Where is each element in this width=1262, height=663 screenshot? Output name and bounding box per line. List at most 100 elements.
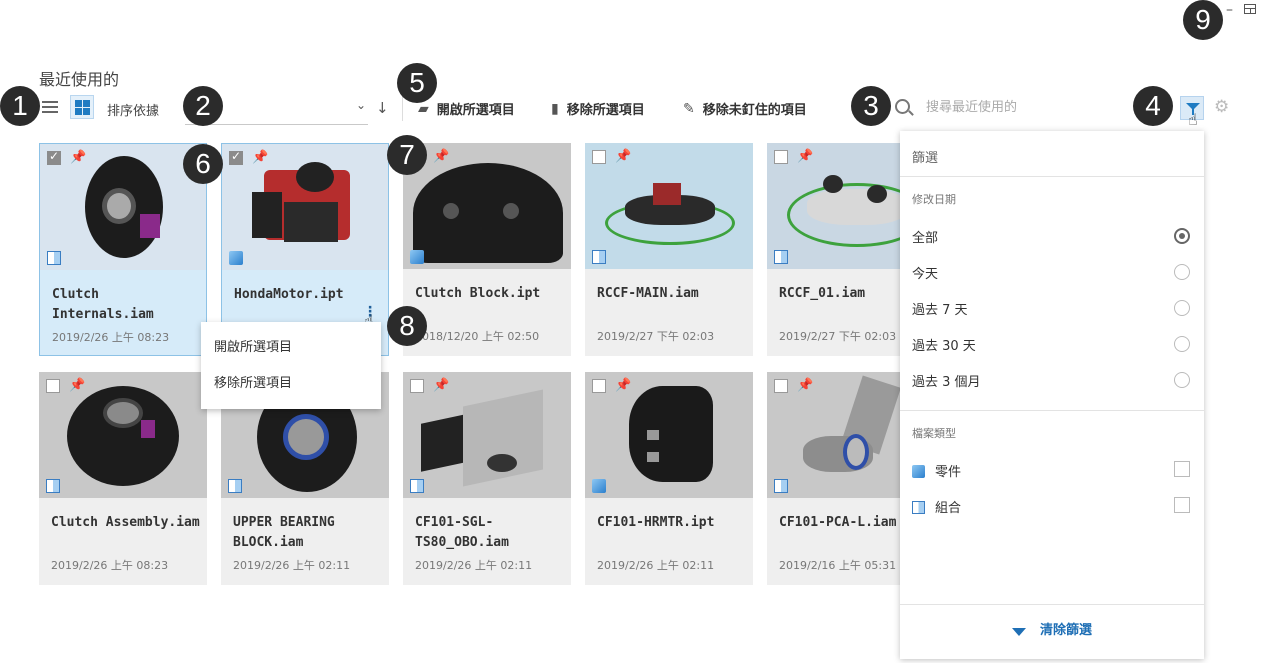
checkbox-part[interactable]: [1174, 461, 1190, 477]
checkbox[interactable]: [592, 150, 606, 164]
thumbnail: [40, 144, 206, 270]
file-card[interactable]: 📌 Clutch Block.ipt 2018/12/20 上午 02:50: [403, 143, 571, 356]
panel-toggle-icon[interactable]: [1244, 4, 1256, 14]
checkbox[interactable]: [46, 379, 60, 393]
callout-badge: 2: [183, 86, 223, 126]
trash-icon: ▮: [551, 100, 559, 117]
file-name: CF101-SGL-TS80_OBO.iam: [415, 515, 509, 550]
open-selected-button[interactable]: ▰ 開啟所選項目: [418, 99, 515, 119]
remove-selected-label: 移除所選項目: [566, 103, 645, 118]
context-remove-selected[interactable]: 移除所選項目: [201, 366, 381, 402]
pin-icon[interactable]: 📌: [252, 150, 268, 165]
gear-icon[interactable]: ⚙: [1214, 97, 1229, 117]
checkbox[interactable]: [229, 149, 243, 165]
assembly-icon: [47, 251, 61, 265]
checkbox[interactable]: [47, 149, 61, 165]
thumbnail: [585, 372, 753, 498]
clear-filter-label: 清除篩選: [1039, 623, 1092, 638]
search-input[interactable]: [926, 96, 1106, 118]
sort-label: 排序依據: [107, 104, 160, 119]
callout-badge: 8: [387, 306, 427, 346]
thumbnail: [585, 143, 753, 269]
pin-icon[interactable]: 📌: [69, 378, 85, 393]
radio-3months[interactable]: [1174, 372, 1190, 388]
pin-icon[interactable]: 📌: [615, 378, 631, 393]
clear-filter-button[interactable]: 清除篩選: [900, 619, 1204, 638]
remove-unpinned-label: 移除未釘住的項目: [702, 103, 807, 118]
date-option-30days[interactable]: 過去 30 天: [912, 335, 976, 354]
date-option-today[interactable]: 今天: [912, 263, 938, 282]
radio-7days[interactable]: [1174, 300, 1190, 316]
thumbnail: [403, 143, 571, 269]
file-name: UPPER BEARING BLOCK.iam: [233, 515, 335, 550]
assembly-icon: [774, 250, 788, 264]
part-icon: [229, 251, 243, 265]
thumbnail: [222, 144, 388, 270]
pin-icon[interactable]: 📌: [797, 378, 813, 393]
hand-cursor-icon: ☝: [1188, 110, 1198, 129]
assembly-icon: [774, 479, 788, 493]
pin-icon[interactable]: 📌: [797, 149, 813, 164]
date-heading: 修改日期: [912, 193, 956, 206]
type-option-part[interactable]: 零件: [912, 461, 961, 480]
file-name: RCCF-MAIN.iam: [597, 286, 699, 301]
assembly-icon: [410, 479, 424, 493]
date-option-7days[interactable]: 過去 7 天: [912, 299, 968, 318]
type-heading: 檔案類型: [912, 427, 956, 440]
minimize-icon[interactable]: –: [1226, 2, 1233, 18]
file-name: CF101-HRMTR.ipt: [597, 515, 715, 530]
remove-unpinned-button[interactable]: ✎ 移除未釘住的項目: [683, 99, 807, 119]
filter-panel: 篩選 修改日期 全部 今天 過去 7 天 過去 30 天 過去 3 個月 檔案類…: [900, 131, 1204, 659]
sort-direction-icon[interactable]: ↓: [376, 99, 389, 117]
date-option-3months[interactable]: 過去 3 個月: [912, 371, 981, 390]
type-option-assembly[interactable]: 組合: [912, 497, 961, 516]
file-name: Clutch Internals.iam: [52, 287, 154, 322]
file-card[interactable]: 📌 RCCF-MAIN.iam 2019/2/27 下午 02:03: [585, 143, 753, 356]
divider: [900, 410, 1204, 411]
checkbox-assembly[interactable]: [1174, 497, 1190, 513]
list-view-icon[interactable]: [42, 99, 58, 115]
assembly-icon: [228, 479, 242, 493]
filter-title: 篩選: [912, 151, 939, 166]
thumbnail: [403, 372, 571, 498]
callout-badge: 5: [397, 63, 437, 103]
grid-view-button[interactable]: [70, 95, 94, 119]
type-assembly-label: 組合: [935, 501, 962, 516]
checkbox[interactable]: [592, 379, 606, 393]
checkbox[interactable]: [774, 150, 788, 164]
callout-badge: 3: [851, 86, 891, 126]
radio-30days[interactable]: [1174, 336, 1190, 352]
file-card[interactable]: 📌 Clutch Internals.iam 2019/2/26 上午 08:2…: [39, 143, 207, 356]
pin-icon[interactable]: 📌: [615, 149, 631, 164]
file-date: 2019/2/26 上午 08:23: [51, 559, 169, 572]
file-date: 2019/2/26 上午 02:11: [597, 559, 715, 572]
open-selected-label: 開啟所選項目: [436, 103, 515, 118]
file-name: Clutch Block.ipt: [415, 286, 541, 301]
radio-today[interactable]: [1174, 264, 1190, 280]
context-open-selected[interactable]: 開啟所選項目: [201, 330, 381, 366]
section-title: 最近使用的: [39, 70, 120, 89]
checkbox[interactable]: [410, 379, 424, 393]
file-card[interactable]: 📌 CF101-HRMTR.ipt 2019/2/26 上午 02:11: [585, 372, 753, 585]
assembly-icon: [592, 250, 606, 264]
search-icon: [895, 99, 910, 114]
file-date: 2019/2/26 上午 02:11: [415, 559, 533, 572]
pin-icon[interactable]: 📌: [70, 150, 86, 165]
pin-icon[interactable]: 📌: [433, 378, 449, 393]
file-date: 2019/2/27 下午 02:03: [597, 330, 715, 343]
callout-badge: 9: [1183, 0, 1223, 40]
pin-icon[interactable]: 📌: [433, 149, 449, 164]
chevron-down-icon: ⌄: [355, 98, 366, 112]
file-card[interactable]: 📌 Clutch Assembly.iam 2019/2/26 上午 08:23: [39, 372, 207, 585]
context-menu: 開啟所選項目 移除所選項目: [201, 322, 381, 409]
toolbar-divider: [402, 95, 403, 121]
date-option-all[interactable]: 全部: [912, 227, 938, 246]
filter-icon: [1186, 103, 1200, 115]
radio-all[interactable]: [1174, 228, 1190, 244]
file-date: 2019/2/26 上午 08:23: [52, 331, 170, 344]
checkbox[interactable]: [774, 379, 788, 393]
file-date: 2018/12/20 上午 02:50: [415, 330, 540, 343]
file-card[interactable]: 📌 CF101-SGL-TS80_OBO.iam 2019/2/26 上午 02…: [403, 372, 571, 585]
remove-selected-button[interactable]: ▮ 移除所選項目: [551, 99, 645, 119]
assembly-icon: [46, 479, 60, 493]
